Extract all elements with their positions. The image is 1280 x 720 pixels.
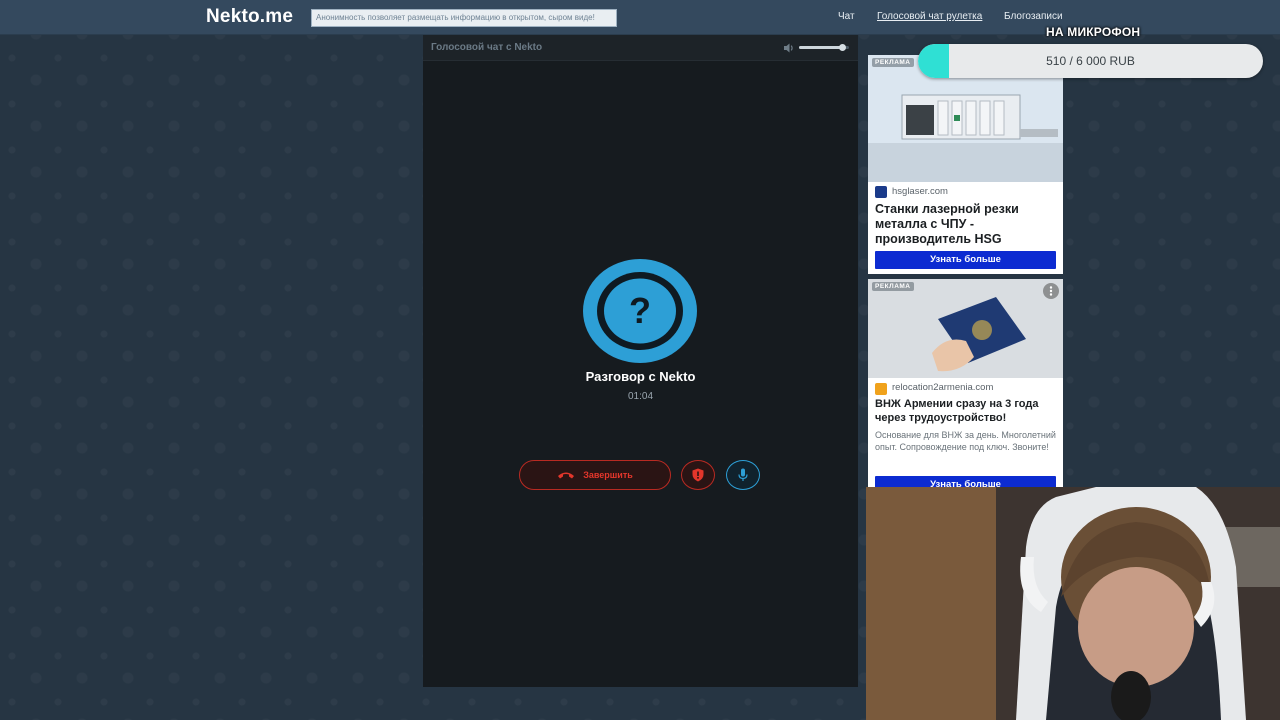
ad-description: Основание для ВНЖ за день. Многолетний о… [875,430,1056,452]
end-call-button[interactable]: Завершить [519,460,671,490]
end-call-label: Завершить [583,470,633,480]
ad-image-passport [868,279,1063,378]
nav-voice-roulette-link[interactable]: Голосовой чат рулетка [877,11,982,22]
ad-headline[interactable]: ВНЖ Армении сразу на 3 года через трудоу… [875,398,1057,425]
streamer-webcam [866,487,1280,720]
nav-blog-link[interactable]: Блогозаписи [1004,11,1063,22]
voice-chat-panel: Голосовой чат с Nekto ? Разговор с Nekto… [423,35,858,687]
webcam-video [866,487,1280,720]
nav-chat-link[interactable]: Чат [838,11,855,22]
ad-label: РЕКЛАМА [872,282,914,291]
hang-up-phone-icon [558,472,575,479]
call-timer: 01:04 [627,391,654,402]
ad-cta-button[interactable]: Узнать больше [875,251,1056,269]
donation-goal-title: НА МИКРОФОН [1046,25,1141,39]
speaker-volume-icon[interactable] [783,42,795,54]
ad-card-armenia[interactable]: РЕКЛАМА relocation2armenia.com ВНЖ Армен… [868,279,1063,487]
relocation-favicon-icon [875,383,887,395]
panel-title: Голосовой чат с Nekto [431,42,543,53]
anonymous-avatar-icon: ? [583,259,697,363]
info-ticker: Анонимность позволяет размещать информац… [311,9,617,27]
ad-headline[interactable]: Станки лазерной резки металла с ЧПУ - пр… [875,202,1057,247]
report-shield-button[interactable] [681,460,715,490]
ad-domain[interactable]: hsglaser.com [892,186,948,197]
ad-cta-button[interactable]: Узнать больше [875,476,1056,487]
volume-slider-handle[interactable] [838,44,846,51]
ad-label: РЕКЛАМА [872,58,914,67]
shield-icon [692,468,704,482]
ad-card-laser[interactable]: РЕКЛАМА hsglaser.com Станки лазерной рез… [868,55,1063,274]
donation-goal-bar: 510 / 6 000 RUB [918,44,1263,78]
avatar-question-mark: ? [629,290,651,331]
ad-options-icon[interactable] [1043,283,1059,299]
volume-slider-fill [799,46,842,49]
panel-header: Голосовой чат с Nekto [423,35,858,61]
ad-domain[interactable]: relocation2armenia.com [892,382,993,393]
donation-goal-amount: 510 / 6 000 RUB [1046,54,1135,68]
site-logo[interactable]: Nekto.me [206,6,293,28]
volume-slider[interactable] [799,44,849,51]
call-title: Разговор с Nekto [585,369,696,384]
hsg-favicon-icon [875,186,887,198]
microphone-icon [738,468,748,481]
microphone-toggle-button[interactable] [726,460,760,490]
